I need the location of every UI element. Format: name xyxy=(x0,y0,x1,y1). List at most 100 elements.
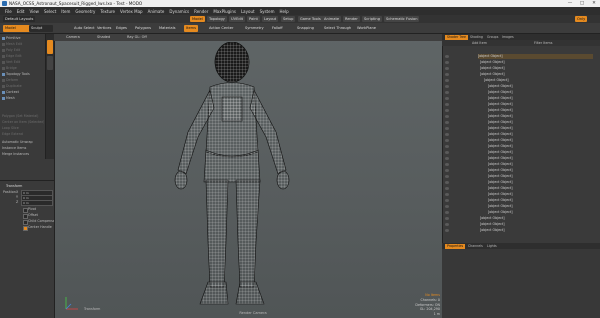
sculpt-mode-button[interactable]: Sculpt xyxy=(29,25,53,32)
tab-layout[interactable]: Layout xyxy=(262,16,279,22)
list-item[interactable]: [object Object] xyxy=(484,78,509,83)
visibility-eye-icon[interactable] xyxy=(445,109,449,112)
tool-duplicate[interactable]: Duplicate xyxy=(2,84,44,89)
menu-edit[interactable]: Edit xyxy=(17,9,25,14)
list-item[interactable]: [object Object] xyxy=(488,144,513,149)
visibility-eye-icon[interactable] xyxy=(445,67,449,70)
visibility-eye-icon[interactable] xyxy=(445,151,449,154)
visibility-eye-icon[interactable] xyxy=(445,145,449,148)
tab-animate[interactable]: Animate xyxy=(322,16,342,22)
tool-edge-edit[interactable]: Edge Edit xyxy=(2,54,44,59)
list-item[interactable]: [object Object] xyxy=(480,66,505,71)
menu-file[interactable]: File xyxy=(5,9,12,14)
tab-paint[interactable]: Paint xyxy=(247,16,260,22)
add-item-button[interactable]: Add Item xyxy=(472,41,487,45)
visibility-eye-icon[interactable] xyxy=(445,169,449,172)
model-mode-button[interactable]: Model xyxy=(3,25,31,32)
visibility-eye-icon[interactable] xyxy=(445,115,449,118)
menu-render[interactable]: Render xyxy=(194,9,208,14)
visibility-eye-icon[interactable] xyxy=(445,97,449,100)
list-item[interactable]: [object Object] xyxy=(488,210,513,215)
list-item[interactable]: [object Object] xyxy=(488,192,513,197)
visibility-eye-icon[interactable] xyxy=(445,133,449,136)
symmetry-button[interactable]: Symmetry xyxy=(243,25,266,32)
list-item[interactable]: [object Object] xyxy=(480,60,505,65)
visibility-eye-icon[interactable] xyxy=(445,229,449,232)
menu-vertex-map[interactable]: Vertex Map xyxy=(120,9,143,14)
tab-shading[interactable]: Shading xyxy=(468,35,485,40)
list-item[interactable]: [object Object] xyxy=(488,126,513,131)
section-center-on-item[interactable]: Center on Item (Selected) xyxy=(2,120,44,125)
visibility-eye-icon[interactable] xyxy=(445,175,449,178)
visibility-eye-icon[interactable] xyxy=(445,139,449,142)
tab-schematic-fusion[interactable]: Schematic Fusion xyxy=(384,16,420,22)
visibility-eye-icon[interactable] xyxy=(445,217,449,220)
items-button[interactable]: Items xyxy=(184,25,199,32)
list-item[interactable]: [object Object] xyxy=(488,84,513,89)
visibility-eye-icon[interactable] xyxy=(445,61,449,64)
visibility-eye-icon[interactable] xyxy=(445,121,449,124)
visibility-eye-icon[interactable] xyxy=(445,79,449,82)
side-tab-tools[interactable] xyxy=(47,40,53,54)
visibility-eye-icon[interactable] xyxy=(445,187,449,190)
viewport-camera-label[interactable]: Camera xyxy=(66,35,80,39)
visibility-eye-icon[interactable] xyxy=(445,193,449,196)
visibility-eye-icon[interactable] xyxy=(445,85,449,88)
tool-poly-edit[interactable]: Poly Edit xyxy=(2,48,44,53)
list-item[interactable]: [object Object] xyxy=(488,132,513,137)
viewport-raygl-label[interactable]: Ray GL: Off xyxy=(127,35,147,39)
list-item[interactable]: [object Object] xyxy=(488,150,513,155)
tab-groups[interactable]: Groups xyxy=(485,35,500,40)
tool-deform[interactable]: Deform xyxy=(2,78,44,83)
list-item[interactable]: [object Object] xyxy=(480,72,505,77)
minimize-button[interactable]: — xyxy=(564,0,576,7)
list-item[interactable]: [object Object] xyxy=(488,90,513,95)
tool-mesh[interactable]: Mesh xyxy=(2,96,44,101)
tool-vert-edit[interactable]: Vert Edit xyxy=(2,60,44,65)
menu-system[interactable]: System xyxy=(260,9,275,14)
list-item[interactable]: [object Object] xyxy=(488,102,513,107)
falloff-button[interactable]: Falloff xyxy=(270,25,285,32)
tab-setup[interactable]: Setup xyxy=(281,16,296,22)
visibility-eye-icon[interactable] xyxy=(445,157,449,160)
visibility-eye-icon[interactable] xyxy=(445,211,449,214)
list-item[interactable]: [object Object] xyxy=(488,108,513,113)
menu-help[interactable]: Help xyxy=(279,9,288,14)
list-item[interactable]: [object Object] xyxy=(480,222,505,227)
polygons-button[interactable]: Polygons xyxy=(133,25,153,32)
list-item[interactable]: [object Object] xyxy=(480,216,505,221)
menu-animate[interactable]: Animate xyxy=(148,9,165,14)
list-item[interactable]: [object Object] xyxy=(488,162,513,167)
vertices-button[interactable]: Vertices xyxy=(95,25,113,32)
section-loop-slice[interactable]: Loop Slice xyxy=(2,126,44,131)
tool-bridge[interactable]: Bridge xyxy=(2,66,44,71)
section-instance-items[interactable]: Instance Items xyxy=(2,146,44,151)
position-z-field[interactable]: 0 m xyxy=(21,200,53,206)
menu-geometry[interactable]: Geometry xyxy=(75,9,95,14)
section-automatic-unwrap[interactable]: Automatic Unwrap xyxy=(2,140,44,145)
tool-primitive[interactable]: Primitive xyxy=(2,36,44,41)
menu-item[interactable]: Item xyxy=(61,9,70,14)
tab-shader-tree[interactable]: Shader Tree xyxy=(445,34,468,40)
list-item[interactable]: [object Object] xyxy=(488,168,513,173)
tab-lights[interactable]: Lights xyxy=(485,244,499,249)
tool-topology-tools[interactable]: Topology Tools xyxy=(2,72,44,77)
side-tab-mesh-ops[interactable] xyxy=(47,56,53,70)
menu-dynamics[interactable]: Dynamics xyxy=(169,9,189,14)
list-item[interactable]: [object Object] xyxy=(488,96,513,101)
astronaut-wireframe-model[interactable] xyxy=(170,42,295,306)
select-through-button[interactable]: Select Through xyxy=(322,25,353,32)
list-item[interactable]: [object Object] xyxy=(480,228,505,233)
section-edge-extend[interactable]: Edge Extend xyxy=(2,132,44,137)
menu-select[interactable]: Select xyxy=(44,9,56,14)
viewport-shading-label[interactable]: Shaded xyxy=(97,35,110,39)
tab-channels[interactable]: Channels xyxy=(466,244,485,249)
list-item[interactable]: [object Object] xyxy=(488,156,513,161)
visibility-eye-icon[interactable] xyxy=(445,199,449,202)
workplane-button[interactable]: WorkPlane xyxy=(355,25,378,32)
tab-images[interactable]: Images xyxy=(500,35,516,40)
tab-scripting[interactable]: Scripting xyxy=(362,16,382,22)
tab-topology[interactable]: Topology xyxy=(207,16,227,22)
tab-properties[interactable]: Properties xyxy=(445,243,466,249)
visibility-eye-icon[interactable] xyxy=(445,91,449,94)
